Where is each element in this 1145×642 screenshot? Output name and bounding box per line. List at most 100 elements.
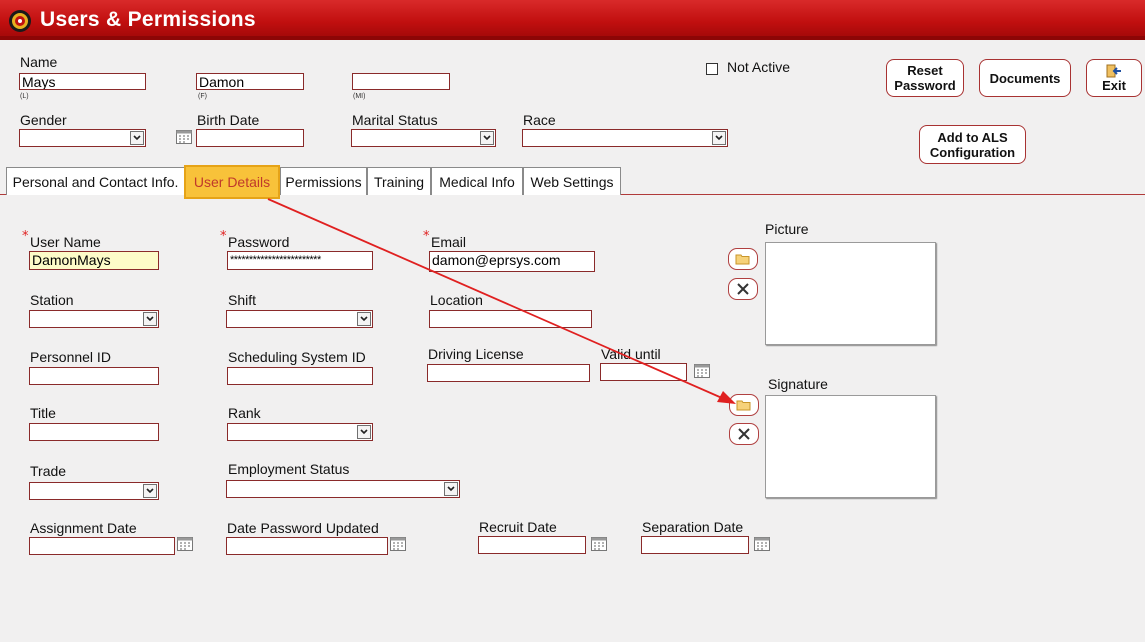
add-to-als-line1: Add to ALS <box>937 129 1008 145</box>
personnel-id-label: Personnel ID <box>30 349 111 365</box>
marital-status-label: Marital Status <box>352 112 438 128</box>
reset-password-button[interactable]: Reset Password <box>886 59 964 97</box>
exit-icon <box>1106 64 1121 77</box>
last-name-sub: (L) <box>20 93 29 100</box>
not-active-label: Not Active <box>727 59 791 75</box>
assignment-date-label: Assignment Date <box>30 520 137 536</box>
personnel-id-input[interactable] <box>29 367 159 385</box>
password-label: Password <box>228 234 290 250</box>
add-to-als-button[interactable]: Add to ALS Configuration <box>919 125 1026 164</box>
middle-initial-sub: (MI) <box>353 93 366 100</box>
email-input[interactable]: damon@eprsys.com <box>429 251 595 272</box>
valid-until-label: Valid until <box>601 346 661 362</box>
picture-browse-button[interactable] <box>728 248 758 270</box>
tab-permissions[interactable]: Permissions <box>280 167 367 195</box>
picture-delete-button[interactable] <box>728 278 758 300</box>
calendar-icon[interactable] <box>591 537 607 551</box>
trade-select[interactable] <box>29 482 159 500</box>
station-select[interactable] <box>29 310 159 328</box>
trade-label: Trade <box>30 463 67 479</box>
calendar-icon[interactable] <box>176 130 192 144</box>
tab-web-settings[interactable]: Web Settings <box>523 167 621 195</box>
valid-until-input[interactable] <box>600 363 687 381</box>
birth-date-label: Birth Date <box>197 112 260 128</box>
tab-personal-contact[interactable]: Personal and Contact Info. <box>6 167 185 195</box>
reset-password-line2: Password <box>894 78 956 93</box>
rank-select[interactable] <box>227 423 373 441</box>
add-to-als-line2: Configuration <box>929 144 1016 160</box>
username-label: User Name <box>30 234 101 250</box>
employment-status-label: Employment Status <box>228 461 350 477</box>
exit-button[interactable]: Exit <box>1086 59 1142 97</box>
gender-select[interactable] <box>19 129 146 147</box>
station-label: Station <box>30 292 74 308</box>
delete-x-icon <box>737 283 749 295</box>
folder-icon <box>735 254 750 265</box>
birth-date-input[interactable] <box>196 129 304 147</box>
title-label: Title <box>30 405 56 421</box>
chevron-down-icon <box>130 131 144 145</box>
password-input[interactable]: ************************ <box>227 251 373 270</box>
rank-label: Rank <box>228 405 261 421</box>
assignment-date-input[interactable] <box>29 537 175 555</box>
signature-delete-button[interactable] <box>729 423 759 445</box>
gender-label: Gender <box>20 112 67 128</box>
separation-date-label: Separation Date <box>642 519 744 535</box>
recruit-date-label: Recruit Date <box>479 519 557 535</box>
documents-label: Documents <box>989 70 1061 86</box>
race-label: Race <box>523 112 556 128</box>
chevron-down-icon <box>357 312 371 326</box>
middle-initial-input[interactable] <box>352 73 450 90</box>
date-password-updated-input[interactable] <box>226 537 388 555</box>
chevron-down-icon <box>357 425 371 439</box>
driving-license-input[interactable] <box>427 364 590 382</box>
shift-label: Shift <box>228 292 257 308</box>
scheduling-system-id-label: Scheduling System ID <box>228 349 366 365</box>
race-select[interactable] <box>522 129 728 147</box>
location-label: Location <box>430 292 483 308</box>
folder-icon <box>736 400 751 411</box>
marital-status-select[interactable] <box>351 129 496 147</box>
signature-label: Signature <box>768 376 828 392</box>
logo-icon <box>9 10 31 32</box>
picture-label: Picture <box>765 221 809 237</box>
calendar-icon[interactable] <box>694 364 710 378</box>
date-password-updated-label: Date Password Updated <box>227 520 379 536</box>
delete-x-icon <box>738 428 750 440</box>
title-input[interactable] <box>29 423 159 441</box>
tab-training[interactable]: Training <box>367 167 431 195</box>
window-title: Users & Permissions <box>40 8 256 31</box>
chevron-down-icon <box>444 482 458 496</box>
last-name-input[interactable]: Mays <box>19 73 146 90</box>
required-marker: * <box>22 229 29 244</box>
calendar-icon[interactable] <box>177 537 193 551</box>
signature-browse-button[interactable] <box>729 394 759 416</box>
name-label: Name <box>20 54 58 70</box>
recruit-date-input[interactable] <box>478 536 586 554</box>
not-active-checkbox[interactable] <box>706 63 718 75</box>
required-marker: * <box>220 229 227 244</box>
driving-license-label: Driving License <box>428 346 524 362</box>
chevron-down-icon <box>143 484 157 498</box>
shift-select[interactable] <box>226 310 373 328</box>
tab-medical-info[interactable]: Medical Info <box>431 167 523 195</box>
required-marker: * <box>423 229 430 244</box>
exit-label: Exit <box>1102 77 1126 93</box>
tab-user-details[interactable]: User Details <box>184 165 280 199</box>
signature-box <box>765 395 936 498</box>
employment-status-select[interactable] <box>226 480 460 498</box>
chevron-down-icon <box>712 131 726 145</box>
reset-password-line1: Reset <box>907 63 943 78</box>
separation-date-input[interactable] <box>641 536 749 554</box>
username-input[interactable]: DamonMays <box>29 251 159 270</box>
title-bar-edge <box>0 36 1145 40</box>
location-input[interactable] <box>429 310 592 328</box>
documents-button[interactable]: Documents <box>979 59 1071 97</box>
calendar-icon[interactable] <box>754 537 770 551</box>
email-label: Email <box>431 234 467 250</box>
chevron-down-icon <box>480 131 494 145</box>
first-name-input[interactable]: Damon <box>196 73 304 90</box>
chevron-down-icon <box>143 312 157 326</box>
calendar-icon[interactable] <box>390 537 406 551</box>
scheduling-system-id-input[interactable] <box>227 367 373 385</box>
